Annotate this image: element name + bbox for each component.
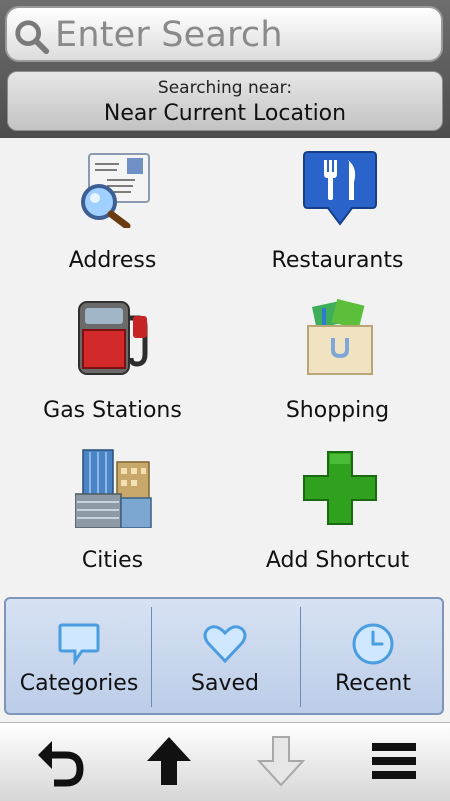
searching-near-value: Near Current Location <box>103 101 347 126</box>
up-arrow-icon[interactable] <box>141 733 197 789</box>
category-address[interactable]: Address <box>0 142 225 292</box>
category-label: Cities <box>81 548 144 573</box>
green-plus-icon <box>303 451 377 525</box>
menu-icon[interactable] <box>366 733 422 789</box>
category-label: Add Shortcut <box>265 548 410 573</box>
address-card-magnifier-icon <box>81 153 150 228</box>
search-tabs: Categories Saved Recent <box>4 597 444 715</box>
tab-label: Recent <box>334 671 412 696</box>
category-label: Restaurants <box>271 248 404 273</box>
search-placeholder: Enter Search <box>55 15 283 55</box>
category-restaurants[interactable]: Restaurants <box>225 142 450 292</box>
shopping-bag-icon <box>307 298 373 375</box>
down-arrow-icon[interactable] <box>253 733 309 789</box>
speech-bubble-icon <box>58 623 100 666</box>
tab-recent[interactable]: Recent <box>300 599 446 713</box>
tab-categories[interactable]: Categories <box>6 599 152 713</box>
tab-label: Saved <box>191 671 259 696</box>
category-gas-stations[interactable]: Gas Stations <box>0 292 225 442</box>
gas-pump-icon <box>78 301 148 375</box>
back-arrow-icon[interactable] <box>32 733 88 789</box>
header: Enter Search Searching near: Near Curren… <box>0 0 450 138</box>
city-buildings-icon <box>75 449 152 528</box>
heart-icon <box>203 625 247 664</box>
category-label: Gas Stations <box>43 398 182 423</box>
category-shopping[interactable]: Shopping <box>225 292 450 442</box>
category-label: Shopping <box>285 398 390 423</box>
clock-icon <box>352 623 394 665</box>
bottom-toolbar <box>0 722 450 801</box>
search-icon <box>15 20 50 55</box>
search-input[interactable]: Enter Search <box>5 6 443 62</box>
category-label: Address <box>68 248 157 273</box>
category-add-shortcut[interactable]: Add Shortcut <box>225 442 450 592</box>
search-location-button[interactable]: Searching near: Near Current Location <box>7 71 443 131</box>
searching-near-label: Searching near: <box>157 78 293 98</box>
category-cities[interactable]: Cities <box>0 442 225 592</box>
tab-saved[interactable]: Saved <box>152 599 298 713</box>
fork-knife-pin-icon <box>303 151 377 226</box>
tab-label: Categories <box>19 671 139 696</box>
